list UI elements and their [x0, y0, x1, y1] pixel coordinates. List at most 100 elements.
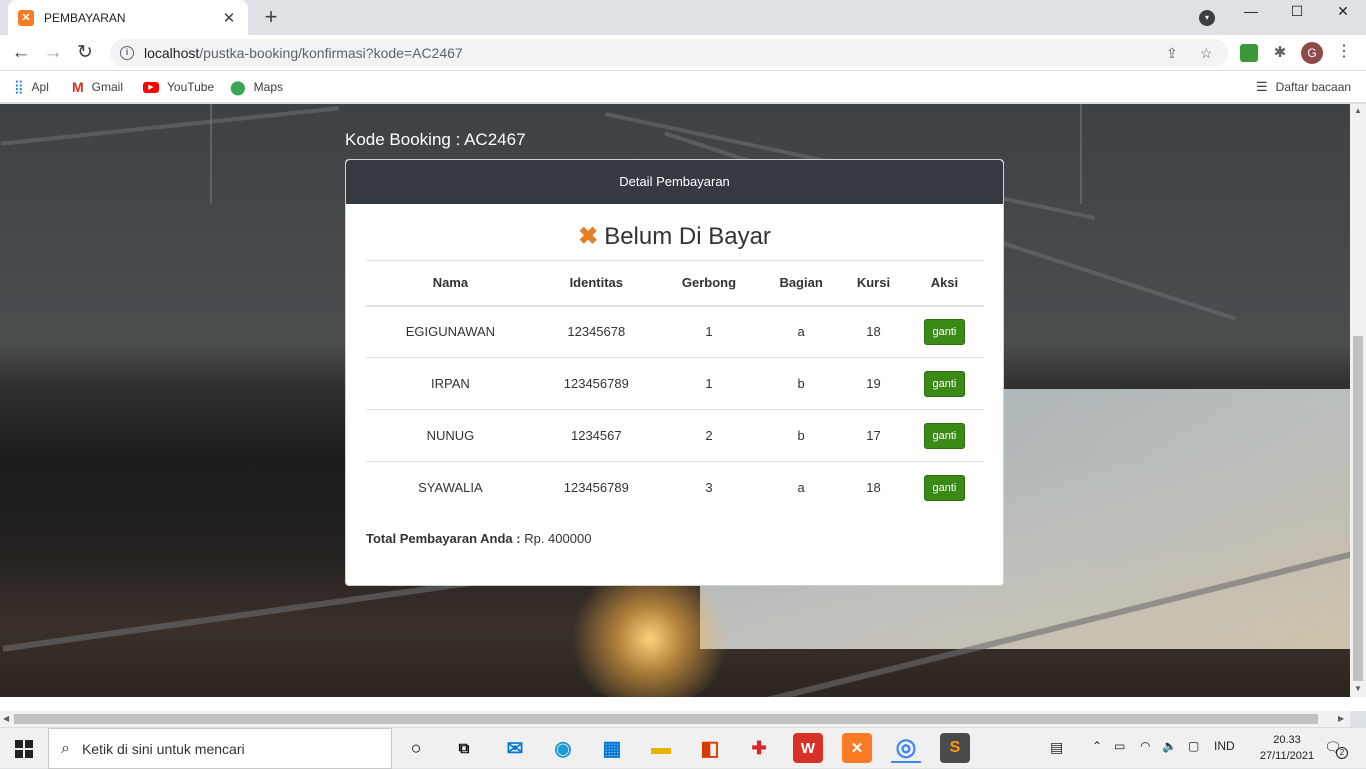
- scroll-down-arrow-icon[interactable]: ▼: [1354, 684, 1362, 693]
- bookmark-label: YouTube: [167, 80, 215, 94]
- cell-bagian: b: [760, 409, 843, 462]
- minimize-button[interactable]: —: [1228, 0, 1274, 30]
- cell-nama: EGIGUNAWAN: [366, 305, 535, 358]
- url-host: localhost: [144, 45, 200, 61]
- profile-avatar[interactable]: G: [1301, 42, 1323, 64]
- scrollbar-thumb[interactable]: [1353, 336, 1363, 681]
- background-beam: [1080, 104, 1082, 204]
- browser-tab[interactable]: ✕ PEMBAYARAN ✕: [8, 0, 248, 35]
- tab-strip: ✕ PEMBAYARAN ✕ + ▾ — ☐ ✕: [0, 0, 1366, 35]
- scroll-left-arrow-icon[interactable]: ◀: [3, 714, 9, 723]
- gmail-icon: M: [72, 79, 84, 95]
- store-icon[interactable]: ▦: [597, 733, 627, 763]
- windows-taskbar: ⌕ Ketik di sini untuk mencari ○ ⧉ ✉ ◉ ▦ …: [0, 727, 1366, 769]
- mail-icon[interactable]: ✉: [500, 733, 530, 763]
- cell-kursi: 18: [842, 305, 905, 358]
- ganti-button[interactable]: ganti: [923, 318, 966, 345]
- column-header: Identitas: [534, 260, 658, 307]
- youtube-icon: ▶: [143, 81, 159, 93]
- cell-nama: IRPAN: [366, 357, 535, 410]
- wifi-icon[interactable]: ◠: [1140, 739, 1150, 753]
- new-tab-button[interactable]: +: [258, 4, 284, 30]
- task-view-icon[interactable]: ⧉: [449, 733, 479, 763]
- payment-status: ✖ Belum Di Bayar: [346, 222, 1003, 251]
- page-bottom-gap: [0, 697, 1366, 711]
- cell-aksi: ganti: [904, 409, 984, 462]
- cell-identitas: 12345678: [534, 305, 658, 358]
- volume-icon[interactable]: 🔈: [1162, 739, 1177, 753]
- payment-detail-card: Detail Pembayaran ✖ Belum Di Bayar Nama I…: [345, 159, 1004, 586]
- taskbar-search[interactable]: ⌕ Ketik di sini untuk mencari: [48, 728, 392, 769]
- bookmark-star-icon[interactable]: ☆: [1200, 45, 1213, 62]
- forward-arrow-icon[interactable]: →: [40, 40, 66, 66]
- bookmark-label: Apl: [31, 80, 49, 94]
- back-arrow-icon[interactable]: ←: [8, 40, 34, 66]
- unpaid-x-icon: ✖: [578, 223, 599, 250]
- meet-icon[interactable]: ▢: [1188, 739, 1199, 753]
- wps-icon[interactable]: W: [793, 733, 823, 763]
- background-beam: [210, 104, 212, 204]
- cortana-icon[interactable]: ○: [401, 733, 431, 763]
- chrome-icon[interactable]: ◎: [891, 733, 921, 763]
- scroll-right-arrow-icon[interactable]: ▶: [1338, 714, 1344, 723]
- battery-icon[interactable]: ▭: [1114, 739, 1125, 753]
- gift-icon[interactable]: ✚: [744, 733, 774, 763]
- clock-date: 27/11/2021: [1259, 750, 1315, 762]
- bookmark-gmail[interactable]: M Gmail: [72, 77, 123, 97]
- passenger-table: Nama Identitas Gerbong Bagian Kursi Aksi…: [366, 260, 984, 514]
- extension-green-icon[interactable]: [1240, 44, 1258, 62]
- bookmark-youtube[interactable]: ▶ YouTube: [143, 77, 214, 97]
- url-path: /pustka-booking/konfirmasi?kode=AC2467: [199, 45, 463, 61]
- edge-icon[interactable]: ◉: [548, 733, 578, 763]
- table-row: EGIGUNAWAN 12345678 1 a 18 ganti: [366, 305, 984, 358]
- ganti-button[interactable]: ganti: [923, 370, 966, 397]
- cell-identitas: 123456789: [534, 461, 658, 514]
- bookmark-label: Maps: [253, 80, 284, 94]
- system-clock[interactable]: 20.33 27/11/2021: [1254, 732, 1320, 764]
- reload-icon[interactable]: ↻: [72, 40, 98, 66]
- cell-bagian: a: [760, 305, 843, 358]
- start-button[interactable]: [0, 728, 48, 769]
- cell-gerbong: 1: [657, 357, 761, 410]
- file-explorer-icon[interactable]: ▬: [646, 733, 676, 763]
- office-icon[interactable]: ◧: [695, 733, 725, 763]
- cell-identitas: 1234567: [534, 409, 658, 462]
- scroll-up-arrow-icon[interactable]: ▲: [1354, 106, 1362, 115]
- ganti-button[interactable]: ganti: [923, 474, 966, 501]
- cell-kursi: 17: [842, 409, 905, 462]
- bookmark-apl[interactable]: ⣿ Apl: [14, 77, 49, 97]
- scrollbar-thumb[interactable]: [14, 714, 1318, 724]
- browser-menu-icon[interactable]: ⋮: [1336, 41, 1352, 61]
- cell-bagian: a: [760, 461, 843, 514]
- column-header: Bagian: [760, 260, 843, 307]
- bookmark-maps[interactable]: ⬤ Maps: [230, 77, 283, 97]
- extensions-puzzle-icon[interactable]: ✱: [1271, 44, 1289, 62]
- address-bar[interactable]: i localhost/pustka-booking/konfirmasi?ko…: [110, 39, 1228, 67]
- reading-list[interactable]: ☰ Daftar bacaan: [1256, 77, 1351, 97]
- tray-chevron-icon[interactable]: ⌃: [1092, 739, 1102, 753]
- news-icon[interactable]: ▤: [1050, 739, 1063, 756]
- tab-search-icon[interactable]: ▾: [1199, 10, 1215, 26]
- close-window-button[interactable]: ✕: [1320, 0, 1366, 30]
- cell-nama: NUNUG: [366, 409, 535, 462]
- column-header: Gerbong: [657, 260, 761, 307]
- cell-kursi: 19: [842, 357, 905, 410]
- maximize-button[interactable]: ☐: [1274, 0, 1320, 30]
- xampp-icon[interactable]: ✕: [842, 733, 872, 763]
- vertical-scrollbar[interactable]: ▲ ▼: [1350, 104, 1366, 697]
- total-value: Rp. 400000: [524, 531, 592, 546]
- bookmark-label: Gmail: [91, 80, 124, 94]
- sublime-icon[interactable]: S: [940, 733, 970, 763]
- share-icon[interactable]: ⇪: [1166, 45, 1178, 62]
- reading-list-icon: ☰: [1256, 79, 1268, 94]
- language-indicator[interactable]: IND: [1214, 739, 1235, 753]
- site-info-icon[interactable]: i: [120, 46, 134, 60]
- table-row: IRPAN 123456789 1 b 19 ganti: [366, 357, 984, 410]
- clock-time: 20.33: [1273, 734, 1301, 746]
- horizontal-scrollbar[interactable]: ◀ ▶: [0, 711, 1350, 727]
- table-header-row: Nama Identitas Gerbong Bagian Kursi Aksi: [366, 260, 984, 307]
- cell-aksi: ganti: [904, 461, 984, 514]
- cell-aksi: ganti: [904, 305, 984, 358]
- ganti-button[interactable]: ganti: [923, 422, 966, 449]
- tab-close-icon[interactable]: ✕: [220, 9, 238, 27]
